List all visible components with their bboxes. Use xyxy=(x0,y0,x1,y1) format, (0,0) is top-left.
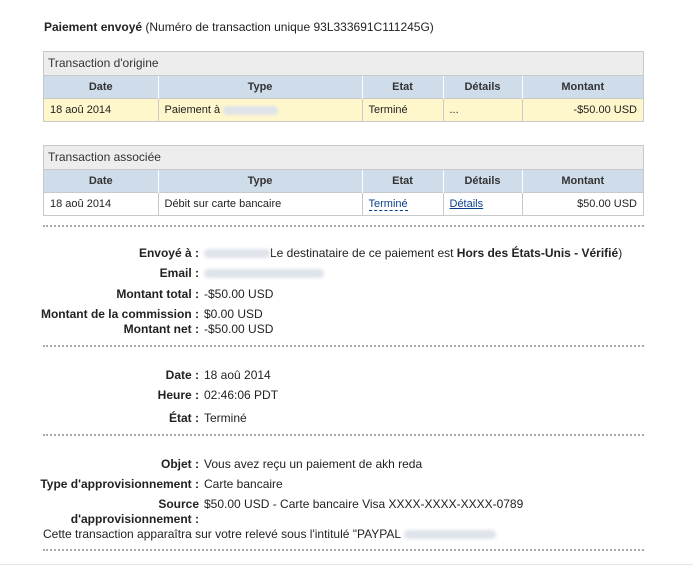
commission-label: Montant de la commission : xyxy=(40,307,199,321)
cell-date: 18 aoû 2014 xyxy=(44,192,159,215)
cell-type: Paiement à xyxy=(158,98,363,121)
col-details: Détails xyxy=(443,76,523,99)
col-details: Détails xyxy=(443,170,523,193)
origin-table-title: Transaction d'origine xyxy=(44,52,643,76)
col-montant: Montant xyxy=(522,170,643,193)
associated-table-title: Transaction associée xyxy=(44,146,643,170)
subject-value: Vous avez reçu un paiement de akh reda xyxy=(204,457,423,471)
cell-etat: Terminé xyxy=(362,192,444,215)
funding-source-value: $50.00 USD - Carte bancaire Visa XXXX-XX… xyxy=(204,497,524,511)
funding-type-value: Carte bancaire xyxy=(204,477,283,491)
col-etat: Etat xyxy=(362,76,444,99)
funding-type-label: Type d'approvisionnement : xyxy=(40,477,199,491)
col-type: Type xyxy=(158,170,363,193)
email-value xyxy=(204,266,324,280)
net-value: -$50.00 USD xyxy=(204,322,274,336)
cell-type-text: Paiement à xyxy=(164,104,221,116)
col-date: Date xyxy=(44,76,159,99)
subject-label: Objet : xyxy=(161,457,199,471)
col-montant: Montant xyxy=(522,76,643,99)
origin-transaction-table: Transaction d'origine Date Type Etat Dét… xyxy=(43,51,644,122)
funding-source-label-2: d'approvisionnement : xyxy=(70,512,199,526)
net-label: Montant net : xyxy=(123,322,199,336)
associated-transaction-table: Transaction associée Date Type Etat Déta… xyxy=(43,145,644,216)
cell-montant: $50.00 USD xyxy=(522,192,643,215)
cell-details: ... xyxy=(443,98,523,121)
funding-source-label-1: Source xyxy=(158,497,199,511)
divider xyxy=(43,549,644,551)
recipient-note: Le destinataire de ce paiement est xyxy=(270,246,457,260)
redacted-descriptor xyxy=(403,530,496,540)
time-label: Heure : xyxy=(157,388,199,402)
redacted-recipient xyxy=(204,249,270,259)
cell-type: Débit sur carte bancaire xyxy=(158,192,363,215)
divider xyxy=(43,225,644,227)
sent-to-value: Le destinataire de ce paiement est Hors … xyxy=(204,246,622,260)
date-label: Date : xyxy=(165,368,199,382)
commission-value: $0.00 USD xyxy=(204,307,263,321)
state-value: Terminé xyxy=(204,411,247,425)
cell-details: Détails xyxy=(443,192,523,215)
redacted-name xyxy=(223,105,279,115)
cell-etat: Terminé xyxy=(362,98,444,121)
title-transaction-id: (Numéro de transaction unique 93L333691C… xyxy=(142,20,434,34)
title-bold: Paiement envoyé xyxy=(44,20,143,34)
col-type: Type xyxy=(158,76,363,99)
redacted-email xyxy=(204,269,324,279)
recipient-status: Hors des États-Unis - Vérifié xyxy=(456,246,619,260)
sent-to-label: Envoyé à : xyxy=(138,246,199,260)
details-link[interactable]: Détails xyxy=(450,198,484,210)
date-value: 18 aoû 2014 xyxy=(204,368,271,382)
statement-note: Cette transaction apparaîtra sur votre r… xyxy=(43,527,496,541)
page-title: Paiement envoyé (Numéro de transaction u… xyxy=(44,20,434,34)
email-label: Email : xyxy=(159,266,199,280)
etat-link[interactable]: Terminé xyxy=(368,198,408,211)
recipient-note-end: ) xyxy=(618,246,623,260)
divider xyxy=(43,345,644,347)
col-etat: Etat xyxy=(362,170,444,193)
page-bottom-border xyxy=(0,564,693,565)
col-date: Date xyxy=(44,170,159,193)
total-value: -$50.00 USD xyxy=(204,287,274,301)
state-label: État : xyxy=(169,411,199,425)
cell-date: 18 aoû 2014 xyxy=(44,98,159,121)
total-label: Montant total : xyxy=(116,287,199,301)
table-row: 18 aoû 2014 Paiement à Terminé ... -$50.… xyxy=(44,98,643,121)
statement-note-text: Cette transaction apparaîtra sur votre r… xyxy=(43,527,401,541)
table-row: 18 aoû 2014 Débit sur carte bancaire Ter… xyxy=(44,192,643,215)
cell-montant: -$50.00 USD xyxy=(522,98,643,121)
time-value: 02:46:06 PDT xyxy=(204,388,279,402)
divider xyxy=(43,434,644,436)
